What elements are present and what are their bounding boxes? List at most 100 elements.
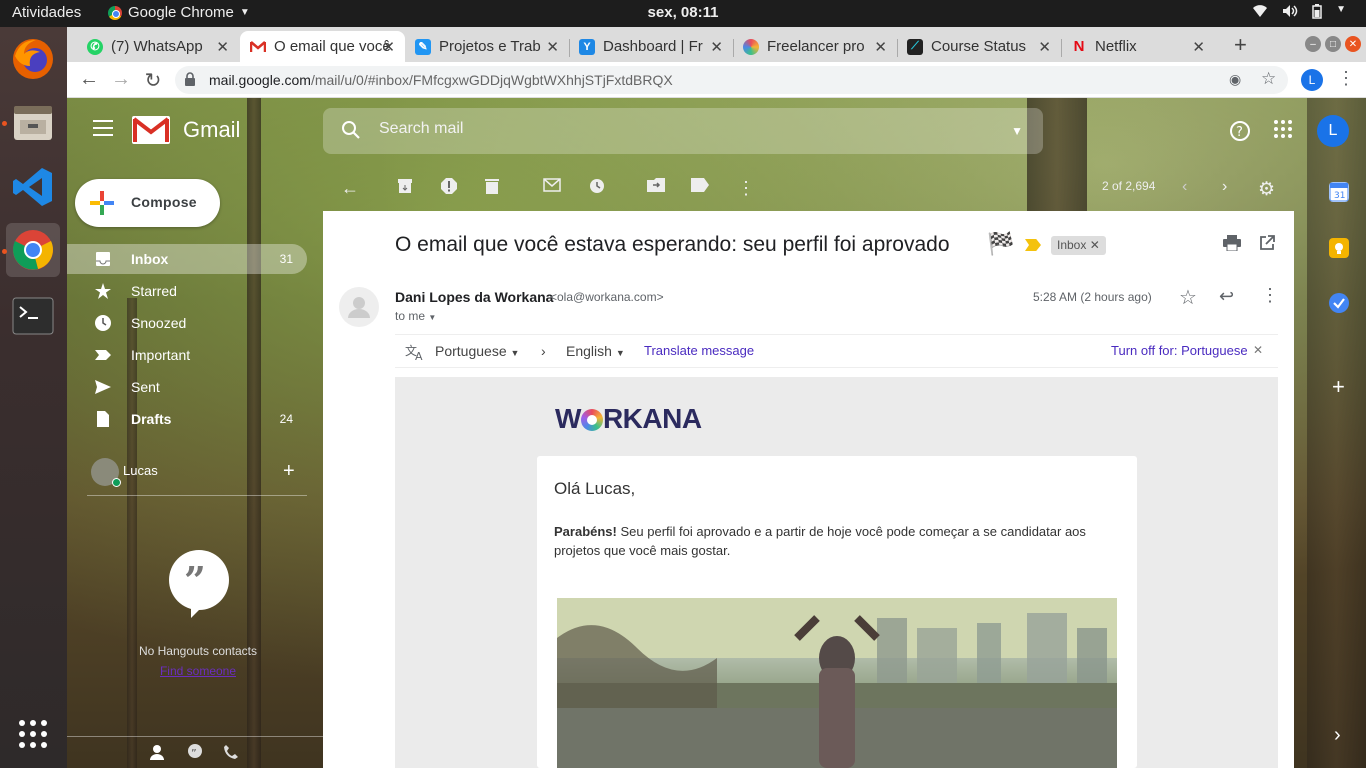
label-chip-text: Inbox [1057,238,1087,252]
translate-message-link[interactable]: Translate message [644,343,754,358]
tasks-icon[interactable] [1329,293,1349,313]
sender-name[interactable]: Dani Lopes da Workana [395,289,553,305]
tab-workana-projects[interactable]: ✎ Projetos e Trab ✕ [405,31,569,62]
star-icon[interactable]: ☆ [1179,285,1197,310]
nav-drafts[interactable]: Drafts 24 [67,404,307,434]
close-icon[interactable]: ✕ [382,38,395,56]
chevron-down-icon: ▼ [239,7,250,18]
open-new-window-icon[interactable] [1259,235,1275,256]
hangouts-user-name[interactable]: Lucas [123,463,158,478]
app-menu[interactable]: Google Chrome ▼ [108,4,250,21]
search-input[interactable] [379,120,979,138]
minimize-button[interactable]: – [1305,36,1321,52]
archive-icon[interactable] [397,178,413,199]
expand-panel-icon[interactable]: › [1334,724,1341,747]
nav-sent[interactable]: Sent [67,372,307,402]
profile-avatar[interactable]: L [1301,69,1323,91]
svg-text:31: 31 [1334,191,1345,201]
lock-icon [185,72,195,86]
older-icon[interactable]: › [1222,178,1227,196]
system-tray[interactable]: ▼ [1252,4,1346,23]
dock-firefox[interactable] [6,32,60,86]
search-bar[interactable]: ▼ [323,108,1043,154]
maximize-button[interactable]: □ [1325,36,1341,52]
calendar-icon[interactable]: 31 [1329,182,1349,202]
more-options-icon[interactable]: ⋮ [1261,285,1279,306]
recipients-toggle[interactable]: to me ▼ [395,309,436,323]
gmail-header: Gmail ▼ ? L [67,98,1366,162]
tab-whatsapp[interactable]: ✆ (7) WhatsApp ✕ [77,31,239,62]
workana-icon: ✎ [415,38,431,55]
main-menu-button[interactable] [93,120,113,141]
close-icon[interactable]: ✕ [1253,343,1263,357]
body-bold-lead: Parabéns! [554,524,617,539]
forward-button[interactable]: → [109,68,133,91]
dock-chrome[interactable] [6,223,60,277]
tab-dashboard[interactable]: Y Dashboard | Fr ✕ [569,31,733,62]
phone-icon[interactable] [223,744,239,764]
close-icon[interactable]: ✕ [1038,38,1051,56]
turn-off-translate-link[interactable]: Turn off for: Portuguese [1111,343,1248,358]
more-menu-icon[interactable]: ⋮ [1337,68,1355,89]
close-icon[interactable]: ✕ [546,38,559,56]
mark-unread-icon[interactable] [543,178,561,197]
keep-icon[interactable] [1329,238,1349,258]
sender-avatar[interactable] [339,287,379,327]
reload-button[interactable]: ↻ [141,68,165,93]
close-icon[interactable]: ✕ [710,38,723,56]
nav-starred[interactable]: Starred [67,276,307,306]
find-someone-link[interactable]: Find someone [67,664,329,678]
tab-netflix[interactable]: N Netflix ✕ [1061,31,1215,62]
remove-label-icon[interactable]: ✕ [1090,238,1100,252]
add-contact-button[interactable]: + [283,460,295,483]
show-apps-button[interactable] [6,707,60,761]
eye-icon[interactable]: ◉ [1229,71,1241,88]
snooze-icon[interactable] [589,178,605,199]
tab-freelancer[interactable]: Freelancer pro ✕ [733,31,897,62]
close-icon[interactable]: ✕ [216,38,229,56]
address-bar[interactable]: mail.google.com/mail/u/0/#inbox/FMfcgxwG… [175,66,1288,94]
close-icon[interactable]: ✕ [874,38,887,56]
move-to-icon[interactable] [647,178,665,197]
activities-button[interactable]: Atividades [12,4,81,21]
svg-text:?: ? [1236,125,1243,140]
svg-text:”: ” [191,747,197,760]
settings-gear-icon[interactable]: ⚙ [1258,178,1275,201]
more-options-icon[interactable]: ⋮ [737,178,755,199]
new-tab-button[interactable]: + [1234,32,1247,58]
report-spam-icon[interactable] [441,178,457,199]
dock-files[interactable] [6,96,60,150]
label-icon[interactable] [691,178,709,197]
close-window-button[interactable]: ✕ [1345,36,1361,52]
hangouts-chat-icon[interactable]: ” [187,744,203,764]
back-button[interactable]: ← [77,68,101,91]
tab-gmail[interactable]: O email que você ✕ [240,31,405,62]
dock-vscode[interactable] [6,160,60,214]
tab-course-status[interactable]: ⟋ Course Status ✕ [897,31,1061,62]
help-icon[interactable]: ? [1229,120,1251,147]
dock-terminal[interactable] [6,289,60,343]
account-avatar[interactable]: L [1317,115,1349,147]
nav-snoozed[interactable]: Snoozed [67,308,307,338]
source-language-select[interactable]: Portuguese ▼ [435,343,519,359]
reply-icon[interactable]: ↩ [1219,286,1234,307]
target-language-select[interactable]: English ▼ [566,343,625,359]
nav-important[interactable]: Important [67,340,307,370]
importance-marker-icon[interactable] [1025,239,1041,251]
label-chip[interactable]: Inbox ✕ [1051,236,1106,255]
newer-icon[interactable]: ‹ [1182,178,1187,196]
delete-icon[interactable] [485,178,499,199]
close-icon[interactable]: ✕ [1192,38,1205,56]
nav-count: 31 [279,252,293,266]
system-clock[interactable]: sex, 08:11 [648,4,719,21]
nav-inbox[interactable]: Inbox 31 [67,244,307,274]
get-addons-button[interactable]: + [1332,374,1345,400]
print-icon[interactable] [1223,235,1241,256]
back-to-inbox-icon[interactable]: ← [341,178,359,199]
star-icon[interactable]: ☆ [1261,69,1276,89]
celebration-photo [557,598,1117,768]
compose-button[interactable]: Compose [75,179,220,227]
contacts-icon[interactable] [149,744,165,764]
apps-grid-icon[interactable] [1274,120,1292,143]
search-options-icon[interactable]: ▼ [1011,124,1023,138]
